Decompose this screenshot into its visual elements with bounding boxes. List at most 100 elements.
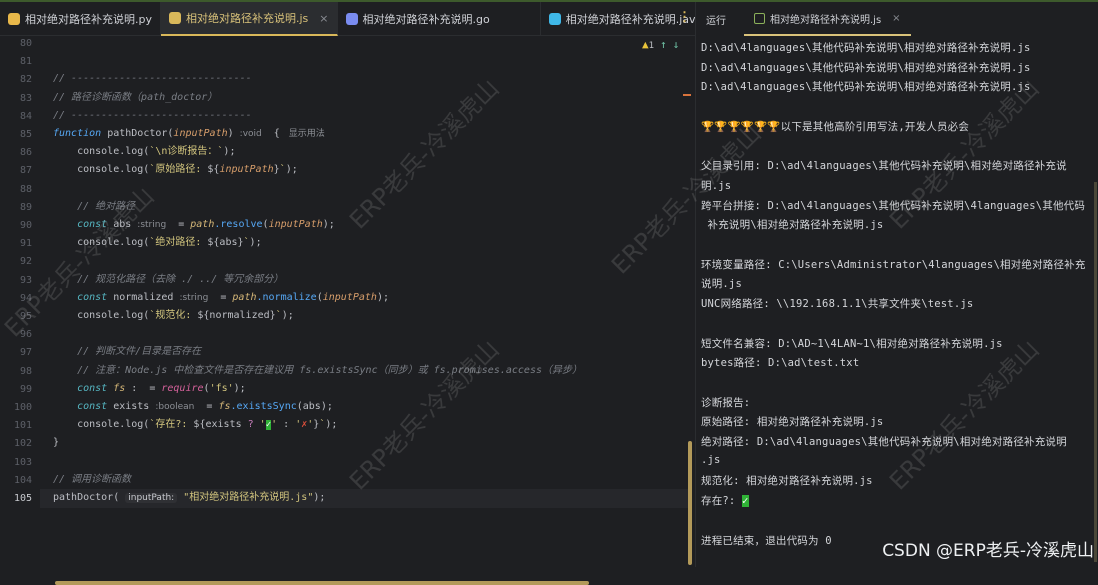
comment: // 路径诊断函数（path_doctor） xyxy=(53,91,218,103)
identifier: fs xyxy=(218,401,231,412)
keyword: function xyxy=(53,128,102,139)
code-line[interactable]: console.log(`绝对路径: ${abs}`); xyxy=(53,234,262,252)
comment: // 规范化路径（去除 ./ ../ 等冗余部分） xyxy=(53,273,284,285)
code-text: console.log( xyxy=(53,164,150,176)
close-icon[interactable]: × xyxy=(319,12,328,25)
previous-highlight-icon[interactable]: ↑ xyxy=(660,38,667,51)
error-stripe-marker[interactable] xyxy=(683,94,691,96)
code-text: pathDoctor( xyxy=(53,492,126,503)
type-hint: :boolean xyxy=(155,402,195,412)
console-line: 跨平台拼接: D:\ad\4languages\其他代码补充说明\4langua… xyxy=(701,199,1086,212)
code-line[interactable]: function pathDoctor(inputPath) :void { 显… xyxy=(53,125,325,143)
code-text: ); xyxy=(322,219,335,230)
run-label: 运行 xyxy=(706,15,726,27)
line-number: 81 xyxy=(19,56,32,68)
parameter: inputPath xyxy=(322,291,377,303)
parameter-hint: inputPath: xyxy=(125,493,178,503)
console-line: 进程已结束，退出代码为 0 xyxy=(701,534,832,547)
code-line[interactable]: // 路径诊断函数（path_doctor） xyxy=(53,89,217,107)
next-highlight-icon[interactable]: ↓ xyxy=(673,38,680,51)
line-number: 88 xyxy=(19,183,32,195)
console-line: 环境变量路径: C:\Users\Administrator\4language… xyxy=(701,258,1086,271)
console-line: 说明.js xyxy=(701,278,742,291)
code-line[interactable]: const fs : = require('fs'); xyxy=(53,380,246,398)
code-line[interactable]: console.log(`\n诊断报告：`); xyxy=(53,143,235,161)
code-line[interactable]: console.log(`原始路径: ${inputPath}`); xyxy=(53,161,298,179)
line-number: 98 xyxy=(19,365,32,377)
code-line[interactable]: // 规范化路径（去除 ./ ../ 等冗余部分） xyxy=(53,271,283,289)
line-number: 96 xyxy=(19,329,32,341)
console-line: 存在?: ✓ xyxy=(701,493,749,508)
code-line[interactable]: const abs :string = path.resolve(inputPa… xyxy=(53,216,335,234)
code-line[interactable]: const normalized :string = path.normaliz… xyxy=(53,289,389,307)
run-tab[interactable]: 相对绝对路径补充说明.js × xyxy=(744,2,911,36)
identifier: path xyxy=(190,219,215,230)
code-line[interactable]: // 注意：Node.js 中检查文件是否存在建议用 fs.existsSync… xyxy=(53,362,582,380)
code-line[interactable]: console.log(`存在?: ${exists ? '✓' : '✗'}`… xyxy=(53,416,337,434)
method: .existsSync xyxy=(230,401,297,412)
code-text: ${normalized} xyxy=(197,310,276,321)
comment: // 注意：Node.js 中检查文件是否存在建议用 fs.existsSync… xyxy=(53,364,582,376)
inspection-indicators[interactable]: ▲1 ↑ ↓ xyxy=(642,38,679,51)
console-text: 存在?: xyxy=(701,495,742,508)
tab-0[interactable]: 相对绝对路径补充说明.py xyxy=(0,2,161,36)
keyword: const xyxy=(53,382,108,394)
code-text: (abs); xyxy=(296,401,333,412)
console-line: D:\ad\4languages\其他代码补充说明\相对绝对路径补充说明.js xyxy=(701,81,1031,94)
parameter: inputPath xyxy=(173,128,228,139)
code-line[interactable]: pathDoctor( inputPath: "相对绝对路径补充说明.js"); xyxy=(53,489,325,507)
code-text: { xyxy=(261,128,286,139)
console-line: bytes路径: D:\ad\test.txt xyxy=(701,357,860,370)
code-text: : = xyxy=(125,382,162,394)
console-scrollbar[interactable] xyxy=(1094,182,1097,562)
line-number: 90 xyxy=(19,220,32,231)
code-text: ${ xyxy=(207,164,220,176)
code-line[interactable]: const exists :boolean = fs.existsSync(ab… xyxy=(53,398,333,416)
parameter: inputPath xyxy=(268,219,323,230)
more-tabs-icon[interactable]: ⋮ xyxy=(678,10,691,25)
java-icon xyxy=(548,13,561,25)
comment: // 判断文件/目录是否存在 xyxy=(53,346,202,358)
line-number: 85 xyxy=(19,129,32,140)
console-cursor: ✓ xyxy=(741,495,749,508)
line-number: 94 xyxy=(19,292,32,304)
code-line[interactable]: // 调用诊断函数 xyxy=(53,471,131,489)
string-literal: `绝对路径: xyxy=(149,237,208,249)
code-line[interactable]: // ------------------------------ xyxy=(53,107,252,125)
tab-1[interactable]: 相对绝对路径补充说明.js × xyxy=(161,2,338,36)
code-line[interactable]: // 绝对路径 xyxy=(53,198,135,216)
code-text: = xyxy=(166,219,191,230)
line-number: 92 xyxy=(19,256,32,268)
console-line: 明.js xyxy=(701,179,732,192)
code-text: } xyxy=(53,437,60,449)
horizontal-scrollbar[interactable] xyxy=(55,581,589,585)
line-number: 101 xyxy=(13,420,32,432)
code-line[interactable]: } xyxy=(53,434,59,452)
comment: // 调用诊断函数 xyxy=(53,473,132,485)
close-icon[interactable]: × xyxy=(892,13,900,24)
code-text: console.log( xyxy=(53,310,150,321)
line-number: 86 xyxy=(19,147,32,159)
code-text: ); xyxy=(325,419,338,431)
tab-2[interactable]: 相对绝对路径补充说明.go xyxy=(338,2,541,36)
go-icon xyxy=(345,13,358,25)
code-editor[interactable]: 80 81 82 83 84 85 86 87 88 89 90 91 92 93 94 95 96 97 98 99… xyxy=(0,36,695,585)
method: .resolve xyxy=(214,219,263,230)
tab-label: 相对绝对路径补充说明.js xyxy=(186,12,309,25)
credit-watermark: CSDN @ERP老兵-冷溪虎山 xyxy=(882,541,1094,561)
code-text: ); xyxy=(376,291,389,303)
code-line[interactable]: // ------------------------------ xyxy=(53,70,252,88)
comment: // 绝对路径 xyxy=(53,200,136,212)
line-number: 103 xyxy=(13,456,32,468)
type-hint: 显示用法 xyxy=(285,129,325,139)
console-line: 补充说明\相对绝对路径补充说明.js xyxy=(701,219,884,232)
code-line[interactable]: console.log(`规范化: ${normalized}`); xyxy=(53,307,294,325)
comment: // ------------------------------ xyxy=(53,73,252,85)
warning-count: 1 xyxy=(648,41,655,51)
console-line: 短文件名兼容: D:\AD~1\4LAN~1\相对绝对路径补充说明.js xyxy=(701,337,1003,350)
vertical-scrollbar[interactable] xyxy=(688,441,692,565)
code-text: ${abs} xyxy=(207,237,244,249)
code-text: normalized xyxy=(107,291,180,303)
warning-icon[interactable]: ▲1 xyxy=(642,38,654,51)
code-line[interactable]: // 判断文件/目录是否存在 xyxy=(53,343,201,361)
